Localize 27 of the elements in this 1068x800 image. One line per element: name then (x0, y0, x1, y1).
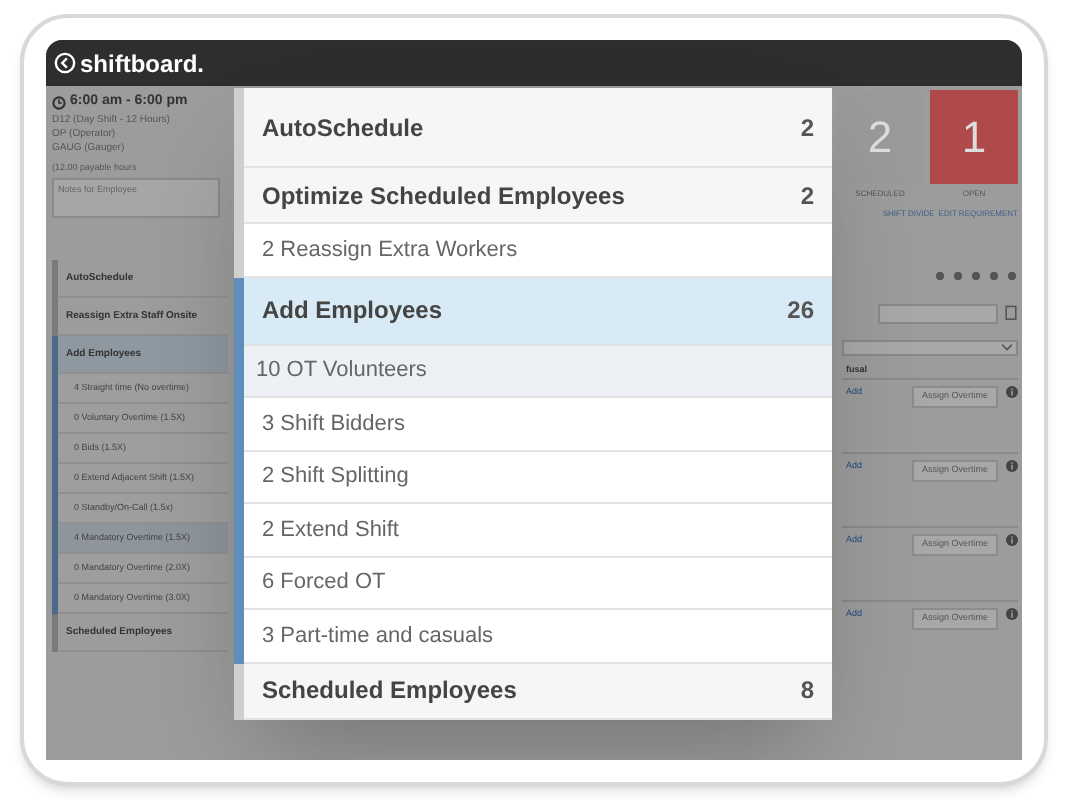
modal-item[interactable]: 2 Shift Splitting (244, 451, 832, 504)
stat-tile: 1 (930, 90, 1018, 184)
dropdown[interactable] (842, 340, 1018, 356)
chevron-icon (1002, 344, 1012, 352)
section-count: 2 (800, 179, 814, 213)
modal-item[interactable]: 2 Reassign Extra Workers (244, 224, 832, 277)
section-count: 8 (800, 674, 814, 708)
section-title: Scheduled Employees (262, 674, 517, 708)
modal-item[interactable]: 6 Forced OT (244, 557, 832, 610)
modal-item[interactable]: 10 OT Volunteers (244, 345, 832, 398)
modal-item[interactable]: 3 Shift Bidders (244, 398, 832, 451)
section-title: AutoSchedule (262, 111, 424, 145)
section-count: 2 (800, 111, 814, 145)
clipboard-icon[interactable] (1004, 304, 1018, 320)
modal-section[interactable]: Add Employees 26 (244, 277, 832, 345)
modal-section[interactable]: Scheduled Employees 8 (244, 663, 832, 719)
section-count: 26 (787, 294, 814, 328)
search-field[interactable] (878, 304, 998, 324)
modal-item[interactable]: 2 Extend Shift (244, 504, 832, 557)
logo-icon (54, 52, 76, 74)
modal-item[interactable]: 3 Part-time and casuals (244, 610, 832, 663)
section-title: Add Employees (262, 294, 443, 328)
section-title: Optimize Scheduled Employees (262, 179, 625, 213)
modal-section[interactable]: AutoSchedule 2 (244, 88, 832, 168)
logo-text: shiftboard. (80, 47, 204, 81)
clock-icon (52, 95, 66, 110)
modal-section[interactable]: Optimize Scheduled Employees 2 (244, 168, 832, 224)
